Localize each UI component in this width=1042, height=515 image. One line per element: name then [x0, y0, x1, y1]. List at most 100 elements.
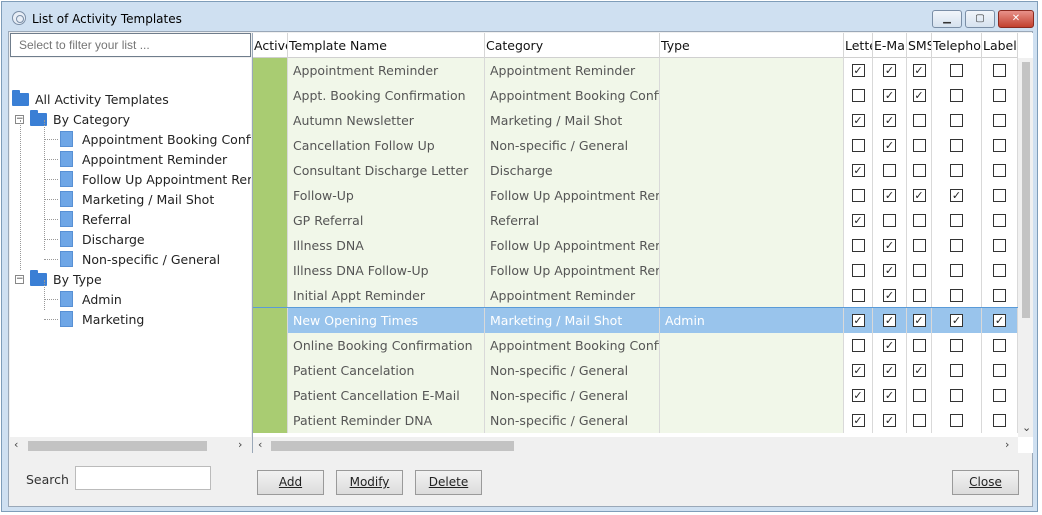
label-checkbox[interactable] [993, 389, 1006, 402]
sms-checkbox[interactable]: ✓ [912, 89, 926, 102]
search-input[interactable] [75, 466, 211, 490]
email-checkbox[interactable]: ✓ [883, 414, 896, 427]
telephone-checkbox[interactable] [950, 239, 963, 252]
label-checkbox[interactable] [993, 164, 1006, 177]
table-row[interactable]: Autumn Newsletter Marketing / Mail Shot ✓ ✓ [253, 108, 1018, 133]
letter-checkbox[interactable]: ✓ [851, 364, 865, 377]
label-checkbox[interactable] [993, 414, 1006, 427]
tree-scroll-thumb[interactable] [28, 441, 207, 451]
filter-input[interactable] [10, 33, 251, 57]
table-row[interactable]: Illness DNAFollow Up Appointment Reminde… [253, 233, 1018, 258]
table-row[interactable]: Follow-UpFollow Up Appointment Reminder ✓… [253, 183, 1018, 208]
tree-category-item[interactable]: Non-specific / General [60, 249, 220, 269]
close-window-button[interactable]: ✕ [998, 10, 1034, 28]
tree-category-item[interactable]: Appointment Booking Confirmation [60, 129, 251, 149]
telephone-checkbox[interactable] [950, 89, 963, 102]
sms-checkbox[interactable]: ✓ [912, 64, 926, 77]
email-checkbox[interactable]: ✓ [883, 314, 896, 327]
grid-horizontal-scrollbar[interactable]: ‹ › [253, 437, 1018, 453]
tree-category-item[interactable]: Referral [60, 209, 131, 229]
table-row[interactable]: Illness DNA Follow-Up Follow Up Appointme… [253, 258, 1018, 283]
email-checkbox[interactable]: ✓ [883, 89, 896, 102]
grid-vscroll-thumb[interactable] [1022, 62, 1030, 318]
scroll-left-icon[interactable]: ‹ [14, 438, 18, 451]
letter-checkbox[interactable] [851, 289, 865, 302]
label-checkbox[interactable]: ✓ [993, 314, 1006, 327]
label-checkbox[interactable] [993, 64, 1006, 77]
sms-checkbox[interactable] [912, 239, 926, 252]
tree-horizontal-scrollbar[interactable]: ‹ › [10, 437, 251, 453]
tree-type-item[interactable]: Admin [60, 289, 122, 309]
letter-checkbox[interactable]: ✓ [851, 64, 865, 77]
label-checkbox[interactable] [993, 189, 1006, 202]
column-header[interactable]: Telephone [932, 33, 982, 58]
email-checkbox[interactable] [883, 214, 896, 227]
tree-category-item[interactable]: Appointment Reminder [60, 149, 227, 169]
table-row[interactable]: New Opening Times Marketing / Mail Shot Ad… [253, 307, 1019, 334]
table-row[interactable]: Patient Cancelation Non-specific / Genera… [253, 358, 1018, 383]
email-checkbox[interactable] [883, 164, 896, 177]
close-button[interactable]: Close [952, 470, 1019, 495]
tree-by-category[interactable]: − By Category [15, 109, 130, 129]
telephone-checkbox[interactable]: ✓ [950, 314, 963, 327]
label-checkbox[interactable] [993, 89, 1006, 102]
sms-checkbox[interactable] [912, 114, 926, 127]
minimize-button[interactable]: ▁ [932, 10, 962, 28]
sms-checkbox[interactable] [912, 164, 926, 177]
column-header[interactable]: Letter [844, 33, 873, 58]
letter-checkbox[interactable]: ✓ [851, 114, 865, 127]
email-checkbox[interactable]: ✓ [883, 139, 896, 152]
label-checkbox[interactable] [993, 364, 1006, 377]
column-header[interactable]: E-Mail [873, 33, 907, 58]
table-row[interactable]: GP Referral Referral ✓ [253, 208, 1018, 233]
table-row[interactable]: Online Booking Confirmation Appointment B… [253, 333, 1018, 358]
sms-checkbox[interactable] [912, 414, 926, 427]
letter-checkbox[interactable] [851, 189, 865, 202]
column-header[interactable]: Category [485, 33, 660, 58]
telephone-checkbox[interactable] [950, 389, 963, 402]
email-checkbox[interactable]: ✓ [883, 339, 896, 352]
letter-checkbox[interactable] [851, 339, 865, 352]
letter-checkbox[interactable]: ✓ [851, 414, 865, 427]
table-row[interactable]: Initial Appt Reminder Appointment Reminde… [253, 283, 1018, 308]
telephone-checkbox[interactable] [950, 214, 963, 227]
tree-by-type[interactable]: − By Type [15, 269, 102, 289]
table-row[interactable]: Cancellation Follow Up Non-specific / Gen… [253, 133, 1018, 158]
telephone-checkbox[interactable] [950, 414, 963, 427]
tree-root[interactable]: All Activity Templates [12, 89, 169, 109]
table-row[interactable]: Appt. Booking Confirmation Appointment Bo… [253, 83, 1018, 108]
telephone-checkbox[interactable]: ✓ [950, 189, 963, 202]
letter-checkbox[interactable]: ✓ [851, 164, 865, 177]
email-checkbox[interactable]: ✓ [883, 364, 896, 377]
telephone-checkbox[interactable] [950, 264, 963, 277]
label-checkbox[interactable] [993, 139, 1006, 152]
sms-checkbox[interactable] [912, 389, 926, 402]
email-checkbox[interactable]: ✓ [883, 264, 896, 277]
column-header[interactable]: Active [253, 33, 288, 58]
letter-checkbox[interactable]: ✓ [851, 389, 865, 402]
sms-checkbox[interactable]: ✓ [912, 189, 926, 202]
column-header[interactable]: Type [660, 33, 844, 58]
label-checkbox[interactable] [993, 339, 1006, 352]
scroll-right-icon[interactable]: › [238, 438, 242, 451]
table-row[interactable]: Appointment Reminder Appointment Reminder… [253, 58, 1018, 83]
grid-scroll-right-icon[interactable]: › [1005, 438, 1009, 451]
delete-button[interactable]: Delete [415, 470, 482, 495]
label-checkbox[interactable] [993, 264, 1006, 277]
table-row[interactable]: Patient Reminder DNA Non-specific / Gener… [253, 408, 1018, 433]
sms-checkbox[interactable] [912, 339, 926, 352]
sms-checkbox[interactable]: ✓ [912, 314, 926, 327]
tree-category-item[interactable]: Follow Up Appointment Reminder [60, 169, 251, 189]
tree-category-item[interactable]: Discharge [60, 229, 145, 249]
letter-checkbox[interactable] [851, 264, 865, 277]
telephone-checkbox[interactable] [950, 289, 963, 302]
letter-checkbox[interactable]: ✓ [851, 214, 865, 227]
add-button[interactable]: Add [257, 470, 324, 495]
column-header[interactable]: SMS [907, 33, 932, 58]
email-checkbox[interactable]: ✓ [883, 64, 896, 77]
sms-checkbox[interactable] [912, 139, 926, 152]
letter-checkbox[interactable]: ✓ [851, 314, 865, 327]
grid-vertical-scrollbar[interactable]: ⌄ [1018, 58, 1033, 437]
sms-checkbox[interactable] [912, 214, 926, 227]
label-checkbox[interactable] [993, 289, 1006, 302]
